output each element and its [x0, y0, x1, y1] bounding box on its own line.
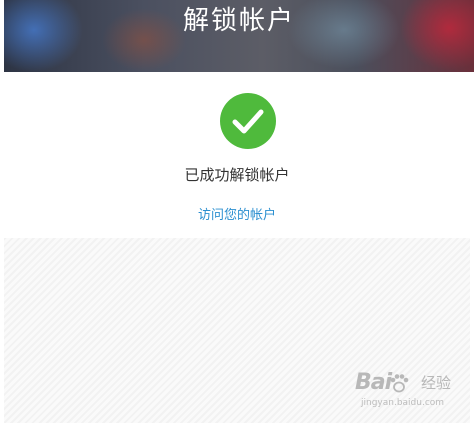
watermark-url: jingyan.baidu.com	[361, 398, 445, 408]
header-banner: 解锁帐户	[4, 0, 474, 72]
watermark-logo-text: Bai	[355, 370, 392, 395]
visit-account-link[interactable]: 访问您的帐户	[0, 207, 474, 225]
success-message: 已成功解锁帐户	[184, 166, 290, 184]
success-check-icon	[220, 93, 276, 149]
watermark-logo-suffix: 经验	[421, 374, 452, 392]
check-icon	[232, 109, 264, 134]
page-title: 解锁帐户	[182, 6, 295, 36]
unlock-account-page: 解锁帐户 已成功解锁帐户 访问您的帐户 Bai 经验 jingyan.baidu…	[0, 0, 474, 425]
paw-icon	[390, 374, 409, 393]
watermark: Bai 经验 jingyan.baidu.com	[355, 370, 467, 414]
